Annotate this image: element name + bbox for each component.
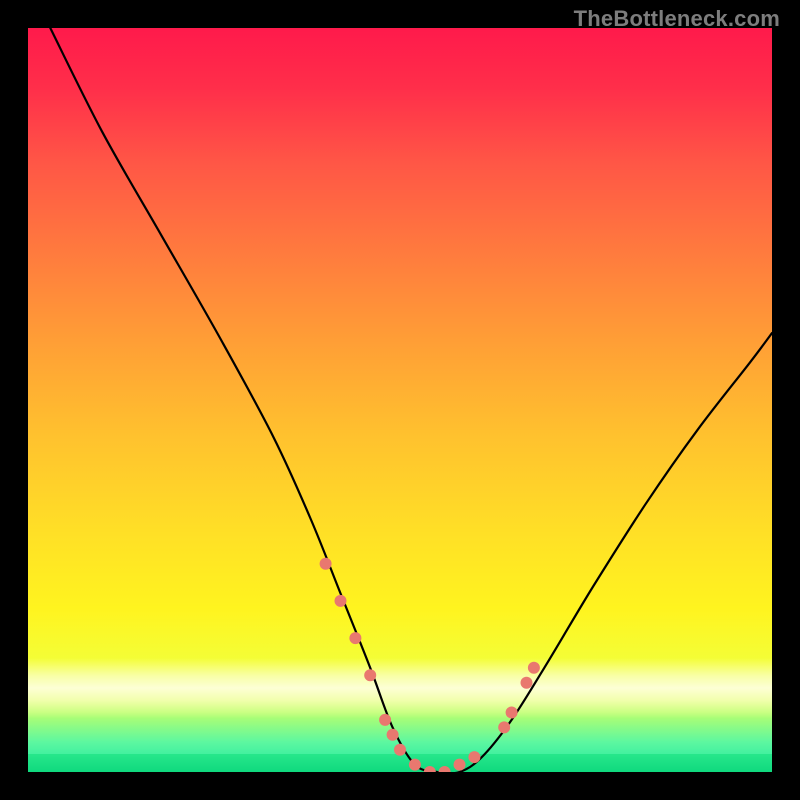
- plot-area: [28, 28, 772, 772]
- watermark-text: TheBottleneck.com: [574, 6, 780, 32]
- bottom-green-strip: [28, 754, 772, 772]
